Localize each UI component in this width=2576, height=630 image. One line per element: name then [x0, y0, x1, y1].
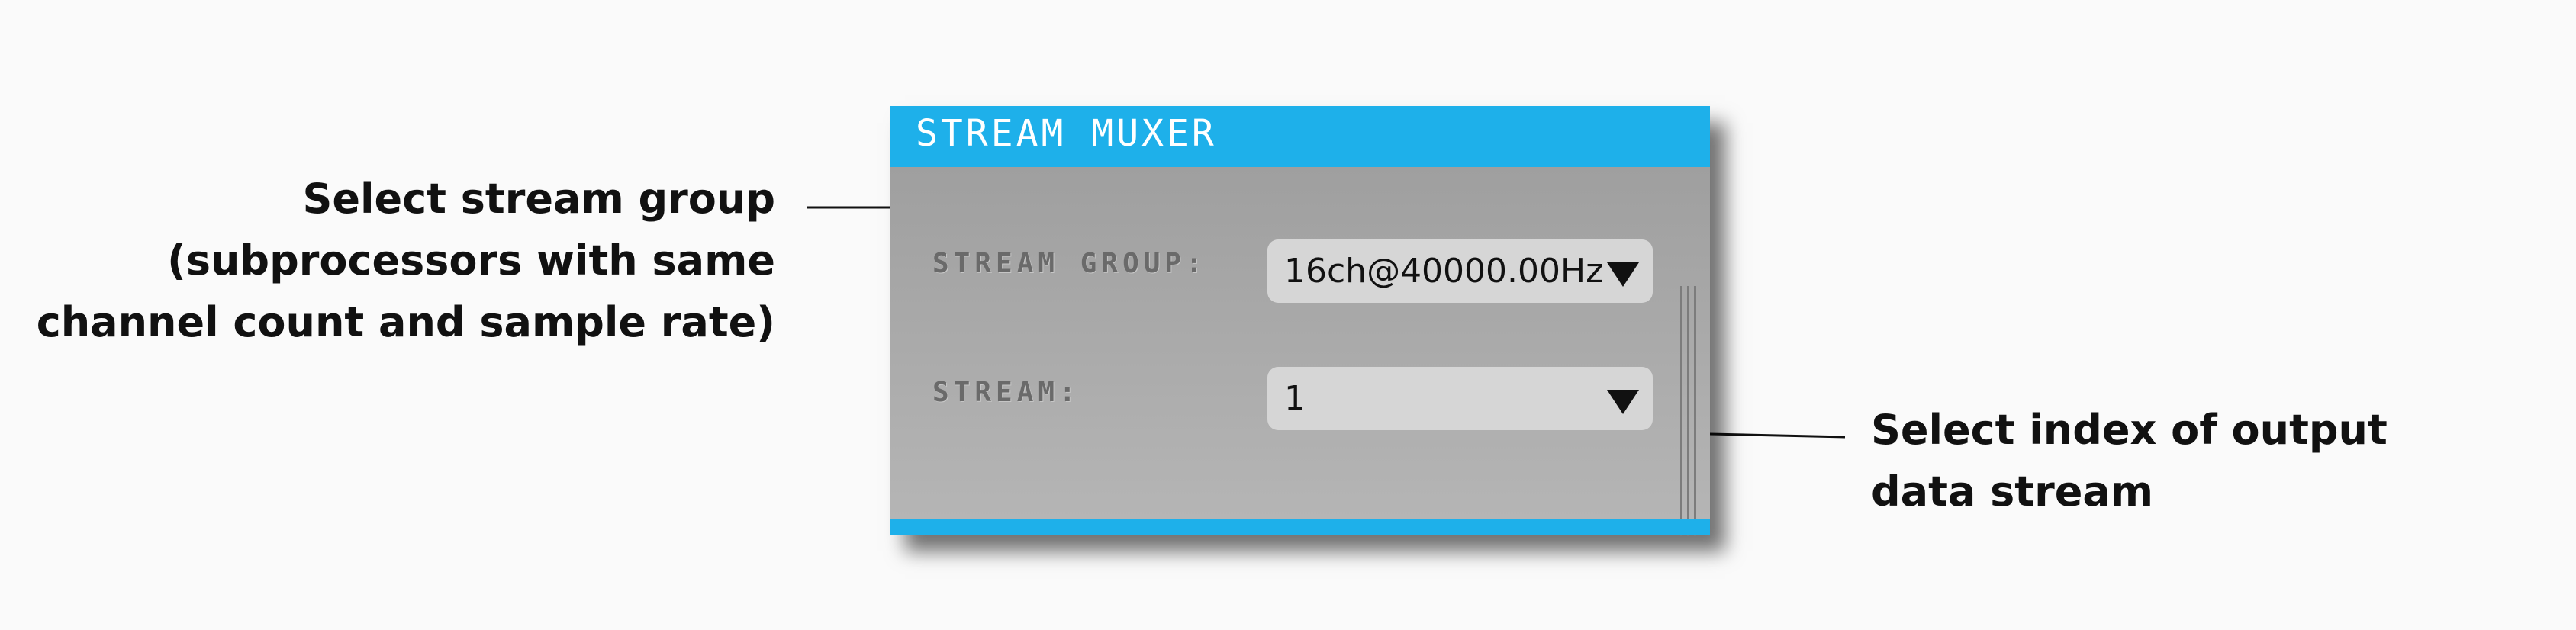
scrollbar-rail	[1680, 286, 1682, 536]
stream-value: 1	[1284, 379, 1306, 418]
panel-body: STREAM GROUP: 16ch@40000.00Hz STREAM: 1	[890, 167, 1710, 536]
annotation-line: (subprocessors with same	[167, 236, 775, 284]
stream-dropdown[interactable]: 1	[1267, 367, 1653, 430]
scrollbar-rail	[1694, 286, 1696, 536]
stream-group-value: 16ch@40000.00Hz	[1284, 252, 1604, 291]
panel-title: STREAM MUXER	[916, 112, 1217, 155]
stream-group-annotation: Select stream group (subprocessors with …	[37, 168, 775, 353]
scrollbar-rail	[1687, 286, 1689, 536]
annotation-line: data stream	[1871, 468, 2154, 516]
annotation-line: Select stream group	[302, 175, 775, 223]
annotation-line: channel count and sample rate)	[36, 298, 775, 346]
stream-group-label: STREAM GROUP:	[932, 248, 1207, 279]
annotation-line: Select index of output	[1871, 406, 2388, 454]
stream-group-dropdown[interactable]: 16ch@40000.00Hz	[1267, 239, 1653, 303]
stream-muxer-panel: STREAM MUXER STREAM GROUP: 16ch@40000.00…	[890, 106, 1710, 536]
stream-label: STREAM:	[932, 377, 1080, 408]
triangle-down-icon	[1607, 262, 1639, 287]
vertical-scrollbar[interactable]	[1680, 286, 1697, 536]
panel-footer	[890, 519, 1710, 535]
stream-index-annotation: Select index of output data stream	[1871, 399, 2388, 522]
triangle-down-icon	[1607, 390, 1639, 414]
panel-header: STREAM MUXER	[890, 106, 1710, 167]
